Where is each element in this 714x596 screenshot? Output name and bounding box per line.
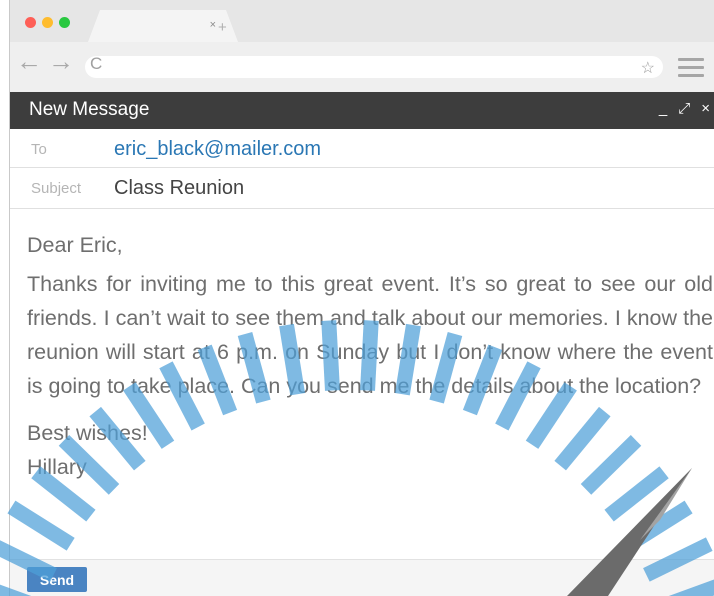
browser-toolbar: ← → ☆ C bbox=[10, 42, 714, 92]
minimize-icon[interactable]: _ bbox=[659, 100, 667, 117]
back-arrow-icon[interactable]: ← bbox=[16, 48, 42, 74]
close-window-button[interactable] bbox=[25, 17, 36, 28]
hamburger-menu-icon[interactable] bbox=[678, 58, 704, 82]
tab-strip: × + bbox=[10, 0, 714, 42]
greeting-line: Dear Eric, bbox=[27, 233, 123, 257]
to-label: To bbox=[31, 141, 47, 158]
subject-value[interactable]: Class Reunion bbox=[114, 177, 244, 200]
to-field[interactable]: To eric_black@mailer.com bbox=[10, 129, 714, 168]
compose-title: New Message bbox=[29, 99, 150, 120]
browser-window: × + ← → ☆ C New Message _ ⤢ × To eric_bl… bbox=[9, 0, 714, 596]
compose-window-controls: _ ⤢ × bbox=[659, 100, 710, 117]
forward-arrow-icon[interactable]: → bbox=[48, 48, 74, 74]
minimize-window-button[interactable] bbox=[42, 17, 53, 28]
message-body[interactable]: Dear Eric, Thanks for inviting me to thi… bbox=[27, 228, 713, 484]
window-controls bbox=[25, 17, 70, 28]
expand-icon[interactable]: ⤢ bbox=[678, 100, 690, 117]
bookmark-star-icon[interactable]: ☆ bbox=[641, 58, 655, 78]
subject-label: Subject bbox=[31, 180, 82, 197]
address-bar[interactable]: ☆ bbox=[85, 56, 663, 78]
reload-icon[interactable]: C bbox=[90, 55, 102, 72]
compose-header: New Message _ ⤢ × bbox=[10, 92, 714, 129]
compose-footer: Send bbox=[10, 559, 714, 596]
new-tab-icon[interactable]: + bbox=[218, 20, 227, 35]
browser-tab[interactable]: × bbox=[88, 10, 238, 42]
to-recipient[interactable]: eric_black@mailer.com bbox=[114, 138, 321, 161]
zoom-window-button[interactable] bbox=[59, 17, 70, 28]
message-paragraph: Thanks for inviting me to this great eve… bbox=[27, 272, 713, 398]
send-button[interactable]: Send bbox=[27, 567, 87, 592]
signature-line: Hillary bbox=[27, 455, 87, 479]
close-tab-icon[interactable]: × bbox=[210, 19, 216, 31]
close-icon[interactable]: × bbox=[701, 100, 710, 117]
subject-field[interactable]: Subject Class Reunion bbox=[10, 168, 714, 209]
closing-line: Best wishes! bbox=[27, 421, 148, 445]
